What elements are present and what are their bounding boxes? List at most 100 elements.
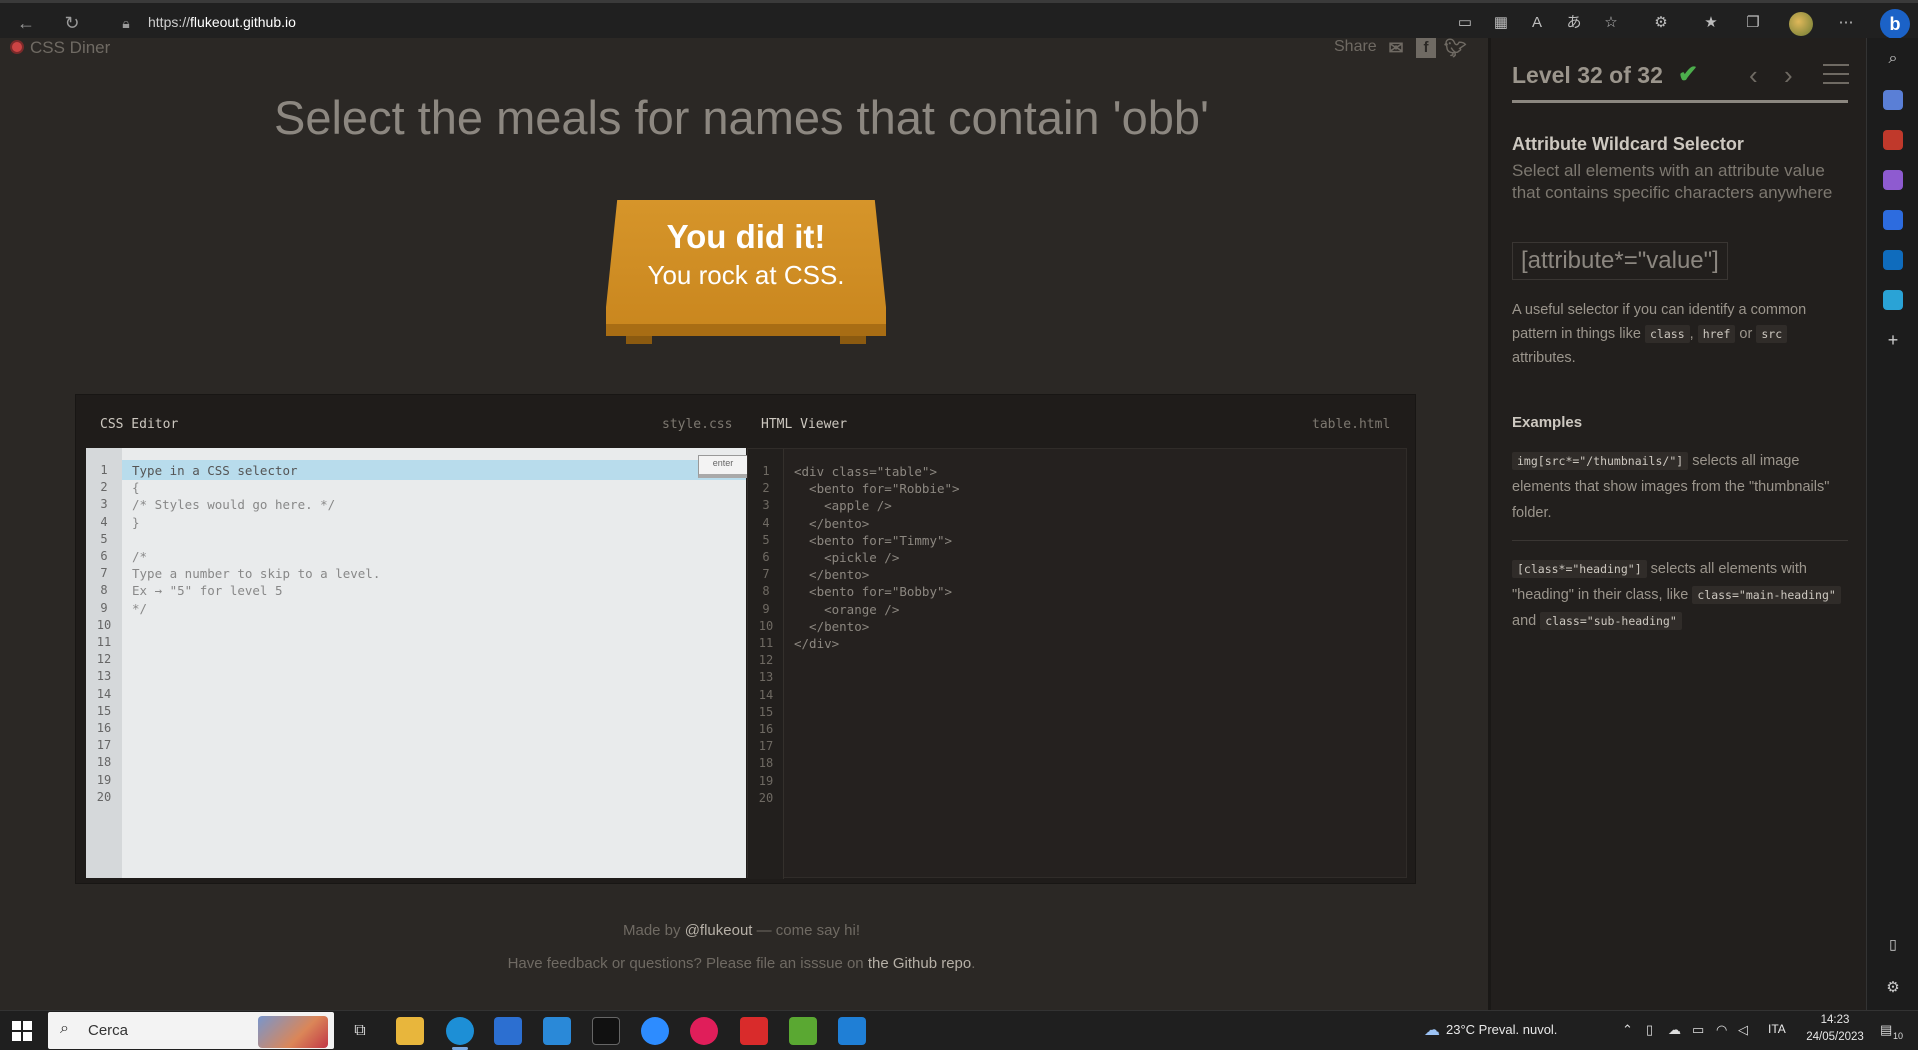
read-aloud-icon[interactable]: A bbox=[1526, 12, 1548, 34]
translate-icon[interactable]: あ bbox=[1563, 12, 1585, 34]
tools-icon[interactable] bbox=[1883, 130, 1903, 150]
zoom-icon[interactable] bbox=[641, 1017, 669, 1045]
favorites-icon[interactable]: ★ bbox=[1700, 12, 1722, 34]
taskbar-search[interactable]: ⌕ Cerca bbox=[48, 1012, 334, 1049]
more-options-icon[interactable]: ⋯ bbox=[1835, 12, 1857, 34]
html-code-line[interactable]: <div class="table"> bbox=[794, 464, 937, 479]
browser-toolbar: ← ↻ 🔒︎ https://flukeout.github.io ▭ ▦ A … bbox=[0, 0, 1918, 39]
volume-icon[interactable]: ◁ bbox=[1738, 1022, 1748, 1038]
search-highlight-image bbox=[258, 1016, 328, 1048]
level-menu-icon[interactable] bbox=[1823, 64, 1849, 84]
vscode-icon[interactable] bbox=[838, 1017, 866, 1045]
html-line-number: 14 bbox=[758, 687, 774, 702]
css-line-number: 19 bbox=[96, 772, 112, 787]
css-code-line: /* bbox=[132, 549, 148, 564]
acrobat-icon[interactable] bbox=[740, 1017, 768, 1045]
facebook-icon[interactable]: f bbox=[1416, 38, 1436, 58]
author-link[interactable]: @flukeout bbox=[685, 922, 753, 939]
file-explorer-icon[interactable] bbox=[396, 1017, 424, 1045]
back-icon[interactable]: ← bbox=[12, 9, 40, 37]
outlook-icon[interactable] bbox=[1883, 250, 1903, 270]
html-line-number: 4 bbox=[762, 515, 770, 530]
html-code-line[interactable]: </div> bbox=[794, 636, 839, 651]
footer-credit-pre: Made by bbox=[622, 922, 685, 939]
extensions-icon[interactable]: ⚙ bbox=[1650, 12, 1672, 34]
hint-separator-1: , bbox=[1689, 326, 1698, 342]
android-studio-icon[interactable] bbox=[789, 1017, 817, 1045]
edge-icon[interactable] bbox=[446, 1017, 474, 1050]
next-level-icon[interactable]: › bbox=[1784, 60, 1793, 91]
html-code-line[interactable]: <bento for="Bobby"> bbox=[794, 584, 952, 599]
copilot-icon[interactable] bbox=[1883, 210, 1903, 230]
html-code-line[interactable]: <apple /> bbox=[794, 498, 892, 513]
tray-chevron-icon[interactable]: ⌃ bbox=[1622, 1022, 1633, 1038]
css-code-line: */ bbox=[132, 600, 148, 616]
examples-heading: Examples bbox=[1512, 414, 1583, 431]
footer-feedback-pre: Have feedback or questions? Please file … bbox=[507, 955, 868, 972]
css-line-number: 20 bbox=[96, 789, 112, 804]
level-indicator[interactable]: Level 32 of 32 bbox=[1512, 62, 1663, 89]
settings-icon[interactable]: ⚙ bbox=[1883, 978, 1903, 998]
html-code-line[interactable]: <bento for="Timmy"> bbox=[794, 533, 952, 548]
html-code-line[interactable]: <bento for="Robbie"> bbox=[794, 481, 960, 496]
clock-date[interactable]: 24/05/2023 bbox=[1795, 1031, 1875, 1043]
slack-icon[interactable] bbox=[690, 1017, 718, 1045]
html-code-line[interactable]: </bento> bbox=[794, 567, 869, 582]
refresh-icon[interactable]: ↻ bbox=[58, 9, 86, 37]
example-2-code: [class*="heading"] bbox=[1512, 560, 1647, 578]
site-logo[interactable]: CSS Diner bbox=[10, 38, 110, 58]
bing-chat-icon[interactable]: b bbox=[1880, 9, 1910, 39]
notification-icon[interactable]: ▤ bbox=[1880, 1022, 1892, 1038]
search-icon[interactable]: ⌕ bbox=[1883, 50, 1903, 70]
add-favorite-icon[interactable]: ☆ bbox=[1600, 12, 1622, 34]
win-message: You did it! You rock at CSS. bbox=[606, 218, 886, 291]
enter-button[interactable]: enter bbox=[698, 455, 748, 478]
collections-icon[interactable]: ❐ bbox=[1742, 12, 1764, 34]
shopping-icon[interactable] bbox=[1883, 90, 1903, 110]
examples-divider bbox=[1512, 540, 1848, 541]
previous-level-icon[interactable]: ‹ bbox=[1749, 60, 1758, 91]
hint-code-href: href bbox=[1697, 325, 1736, 343]
email-icon[interactable]: ✉ bbox=[1386, 38, 1406, 58]
profile-avatar[interactable] bbox=[1789, 12, 1813, 36]
sidebar-toggle-icon[interactable]: ▯ bbox=[1883, 936, 1903, 956]
html-code-line[interactable]: <orange /> bbox=[794, 602, 899, 617]
css-code-line: /* Styles would go here. */ bbox=[132, 497, 336, 513]
css-selector-input[interactable] bbox=[132, 461, 532, 479]
html-code-line[interactable]: </bento> bbox=[794, 619, 869, 634]
css-line-number: 13 bbox=[96, 669, 112, 684]
html-code-line[interactable]: </bento> bbox=[794, 516, 869, 531]
level-instruction: Select the meals for names that contain … bbox=[274, 91, 1209, 144]
html-viewer-title: HTML Viewer bbox=[761, 417, 848, 432]
github-repo-link[interactable]: the Github repo bbox=[868, 955, 971, 972]
display-icon[interactable]: ▭ bbox=[1692, 1022, 1704, 1038]
css-code-line: Type a number to skip to a level. bbox=[132, 566, 381, 582]
wifi-icon[interactable]: ◠ bbox=[1716, 1022, 1727, 1038]
footer-feedback: Have feedback or questions? Please file … bbox=[0, 955, 1483, 972]
store-icon[interactable] bbox=[494, 1017, 522, 1045]
tray-app-icon[interactable]: ▯ bbox=[1646, 1022, 1653, 1038]
taskbar-search-text: Cerca bbox=[88, 1022, 129, 1039]
hint-text-2: attributes. bbox=[1512, 350, 1576, 366]
task-view-icon[interactable]: ⧉ bbox=[346, 1017, 374, 1045]
onedrive-icon[interactable]: ☁ bbox=[1668, 1022, 1681, 1038]
weather-icon: ☁ bbox=[1424, 1022, 1440, 1039]
qr-icon[interactable]: ▦ bbox=[1490, 12, 1512, 34]
add-icon[interactable]: + bbox=[1883, 330, 1903, 350]
drop-icon[interactable] bbox=[1883, 290, 1903, 310]
games-icon[interactable] bbox=[1883, 170, 1903, 190]
html-code-line[interactable]: <pickle /> bbox=[794, 550, 899, 565]
example-1: img[src*="/thumbnails/"] selects all ima… bbox=[1512, 448, 1848, 526]
windows-start-icon[interactable] bbox=[12, 1021, 32, 1041]
app-available-icon[interactable]: ▭ bbox=[1454, 12, 1476, 34]
weather-widget[interactable]: 23°C Preval. nuvol. bbox=[1446, 1022, 1557, 1037]
clock-time[interactable]: 14:23 bbox=[1795, 1014, 1875, 1026]
address-bar[interactable]: https://flukeout.github.io bbox=[148, 14, 296, 30]
html-line-number: 13 bbox=[758, 670, 774, 685]
terminal-icon[interactable] bbox=[592, 1017, 620, 1045]
html-line-number: 8 bbox=[762, 584, 770, 599]
twitter-icon[interactable]: 🐦︎ bbox=[1444, 38, 1467, 58]
language-indicator[interactable]: ITA bbox=[1768, 1022, 1786, 1036]
mail-icon[interactable] bbox=[543, 1017, 571, 1045]
lock-icon[interactable]: 🔒︎ bbox=[112, 9, 140, 37]
